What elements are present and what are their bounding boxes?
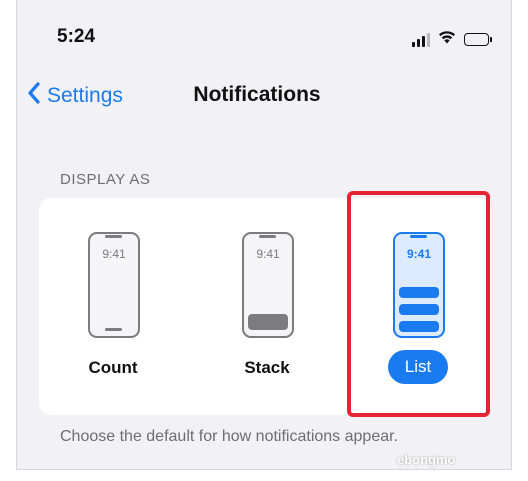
- page-title: Notifications: [193, 83, 321, 106]
- back-button-label: Settings: [47, 83, 123, 107]
- section-header-display-as: DISPLAY AS: [60, 171, 151, 188]
- watermark: ebongmo bieht.com: [397, 452, 458, 469]
- display-option-count[interactable]: 9:41 Count: [63, 232, 163, 382]
- back-button[interactable]: Settings: [27, 82, 123, 109]
- display-option-stack[interactable]: 9:41 Stack: [217, 232, 317, 382]
- preview-time: 9:41: [256, 247, 280, 261]
- display-as-footer: Choose the default for how notifications…: [60, 428, 398, 445]
- iphone-screen: 5:24 Settings Notifications DISPLAY AS 9…: [16, 0, 512, 470]
- wifi-icon: [438, 30, 456, 49]
- annotation-highlight-box: [347, 191, 490, 417]
- option-label-count: Count: [88, 358, 138, 377]
- preview-time: 9:41: [102, 247, 126, 261]
- count-preview-icon: 9:41: [88, 232, 140, 338]
- battery-icon: [464, 33, 492, 46]
- status-icons: [412, 30, 492, 49]
- cellular-signal-icon: [412, 32, 430, 47]
- status-time: 5:24: [57, 26, 96, 47]
- chevron-left-icon: [27, 82, 41, 109]
- option-label-stack: Stack: [244, 358, 290, 377]
- stack-preview-icon: 9:41: [242, 232, 294, 338]
